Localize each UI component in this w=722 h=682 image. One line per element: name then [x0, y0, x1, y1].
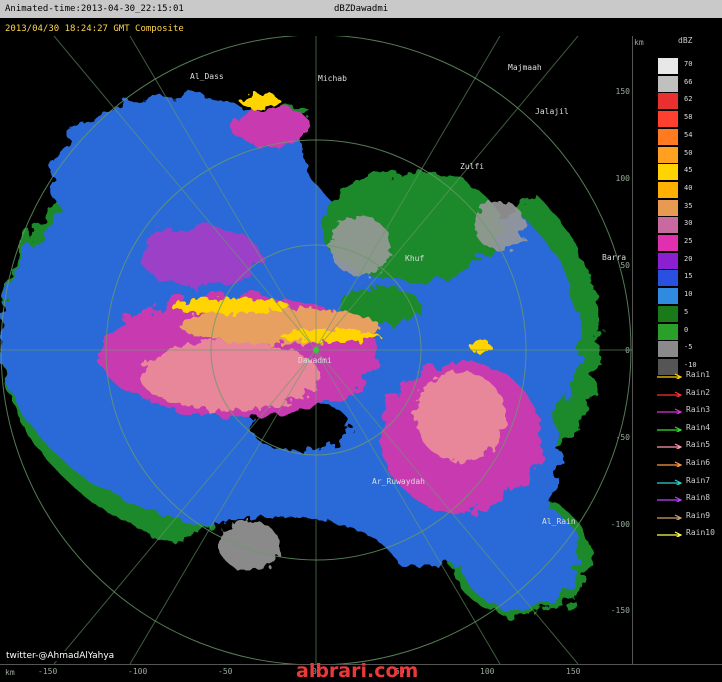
legend-swatch [658, 270, 678, 287]
place-label: Ar_Ruwaydah [372, 477, 425, 486]
x-tick: -100 [128, 667, 148, 676]
rain-label: Rain6 [686, 458, 711, 467]
legend-level-label: -5 [684, 343, 693, 352]
legend-level-label: 45 [684, 166, 693, 175]
place-label: Al_Dass [190, 72, 224, 81]
rain-label: Rain2 [686, 387, 711, 397]
legend-swatch [658, 111, 678, 128]
legend-swatch [658, 199, 678, 216]
place-label: Dawadmi [298, 356, 332, 365]
dbz-legend: dBZ 70 66 62 58 54 50 45 40 35 30 25 20 15 10 5 0 -5 -10 … [642, 36, 722, 664]
y-tick: 50 [620, 261, 630, 270]
y-tick: -50 [615, 433, 630, 442]
arrow-icon [657, 496, 683, 503]
rain-label: Rain9 [686, 510, 711, 520]
place-label: Khuf [405, 254, 425, 263]
legend-title: dBZ [678, 36, 693, 45]
x-tick: 100 [480, 667, 495, 676]
legend-level-label: 20 [684, 254, 693, 263]
arrow-icon [657, 514, 683, 520]
place-label: Michab [318, 74, 347, 83]
legend-swatch [658, 181, 678, 198]
rain-label: Rain7 [686, 475, 711, 485]
y-tick: 0 [625, 346, 630, 355]
rain-label: Rain4 [686, 422, 711, 432]
legend-swatch [658, 164, 678, 181]
y-tick: 100 [615, 174, 630, 183]
top-bar: Animated-time:2013-04-30_22:15:01 dBZDaw… [0, 0, 722, 18]
twitter-handle: twitter-@AhmadAlYahya [6, 651, 115, 661]
legend-level-label: -10 [684, 360, 697, 369]
arrow-icon [657, 408, 683, 415]
product-name: dBZDawadmi [334, 4, 389, 14]
legend-swatch [658, 288, 678, 305]
arrow-icon [657, 373, 683, 379]
arrow-icon [657, 479, 683, 485]
legend-level-label: 35 [684, 201, 693, 210]
arrow-icon [657, 531, 683, 538]
arrow-icon [657, 461, 683, 467]
legend-swatch [658, 305, 678, 322]
legend-swatch [658, 128, 678, 145]
arrow-icon [657, 426, 683, 432]
rain-label: Rain1 [686, 370, 711, 379]
animated-time-label: Animated-time:2013-04-30_22:15:01 [5, 4, 184, 14]
km-unit-bottom: km [5, 668, 15, 677]
rain-label: Rain8 [686, 493, 711, 503]
rain-label: Rain3 [686, 405, 711, 415]
legend-level-label: 25 [684, 237, 693, 245]
y-tick: -150 [610, 606, 630, 615]
legend-level-label: 62 [684, 95, 693, 104]
legend-swatch [658, 217, 678, 234]
legend-level-label: 50 [684, 148, 693, 157]
place-label: Zulfi [460, 162, 485, 171]
legend-level-label: 10 [684, 290, 693, 299]
y-tick: 150 [615, 87, 630, 96]
arrow-icon [657, 443, 683, 450]
radar-image[interactable] [0, 36, 632, 664]
plot-frame-right [632, 36, 633, 664]
radar-svg [0, 36, 632, 664]
legend-level-label: 58 [684, 113, 693, 122]
legend-level-label: 40 [684, 183, 693, 192]
legend-swatch [658, 252, 678, 269]
legend-level-label: 0 [684, 325, 689, 334]
legend-level-label: 5 [684, 307, 689, 316]
legend-swatch [658, 341, 678, 358]
legend-level-label: 15 [684, 272, 693, 281]
rain-label: Rain5 [686, 440, 711, 450]
x-tick: -50 [218, 667, 233, 676]
legend-level-label: 66 [684, 77, 693, 86]
watermark: albrari.com [296, 660, 419, 682]
place-label: Majmaah [508, 63, 542, 72]
legend-level-label: 30 [684, 219, 693, 228]
scan-datetime: 2013/04/30 18:24:27 GMT Composite [5, 24, 184, 34]
legend-swatch [658, 93, 678, 110]
legend-level-label: 54 [684, 130, 693, 139]
place-label: Jalajil [535, 107, 569, 116]
x-tick: -150 [38, 667, 58, 676]
legend-swatch [658, 58, 678, 74]
y-tick: -100 [610, 520, 630, 529]
place-label: Al_Rain [542, 517, 576, 526]
arrow-icon [657, 391, 683, 397]
legend-swatch [658, 235, 678, 251]
x-tick: 150 [566, 667, 581, 676]
rain-label: Rain10 [686, 528, 715, 538]
legend-swatch [658, 75, 678, 92]
legend-level-label: 70 [684, 60, 693, 68]
legend-swatch [658, 146, 678, 163]
legend-swatch [658, 323, 678, 340]
